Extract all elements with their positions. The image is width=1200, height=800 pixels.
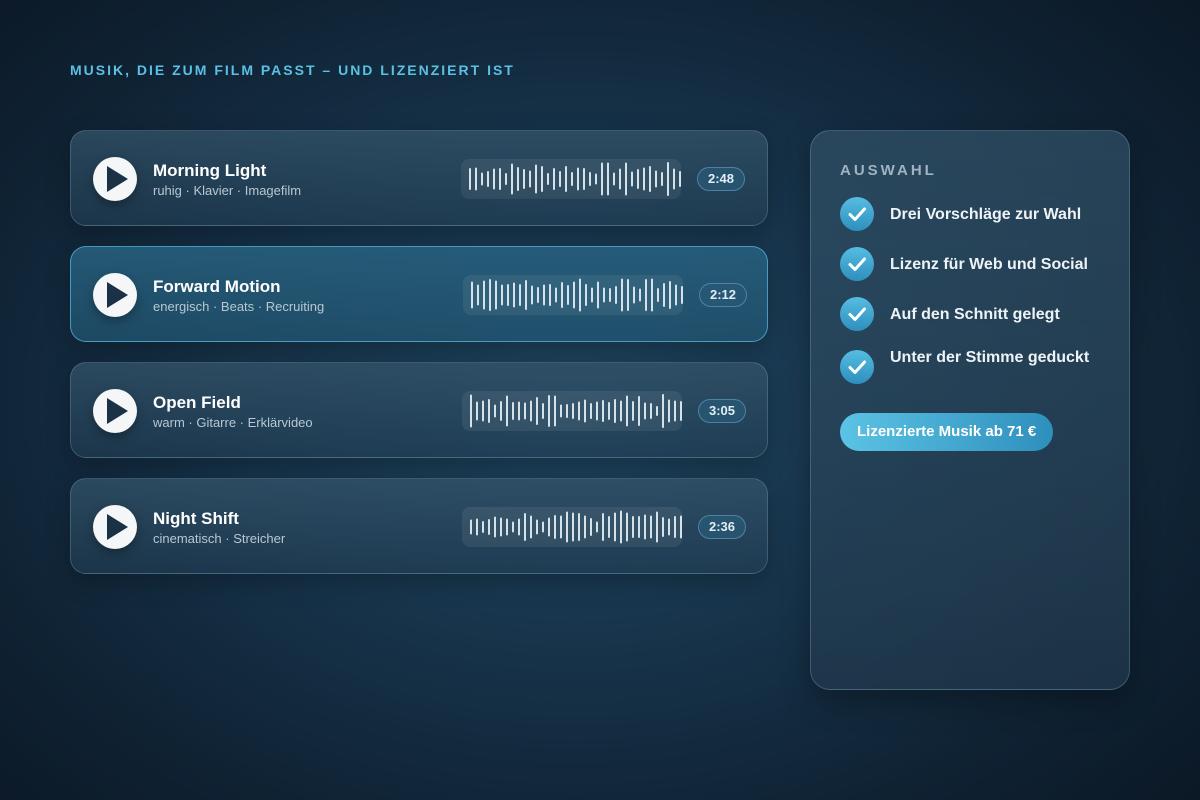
waveform-icon: [471, 278, 683, 312]
track-title: Forward Motion: [153, 277, 281, 296]
play-button[interactable]: [93, 273, 137, 317]
feature-label: Lizenz für Web und Social: [890, 256, 1088, 273]
track-title: Night Shift: [153, 509, 239, 528]
check-icon: [840, 197, 874, 231]
track-title: Morning Light: [153, 161, 267, 180]
waveform-icon: [470, 394, 682, 428]
track-tags: cinematisch · Streicher: [153, 531, 286, 546]
play-icon: [107, 166, 128, 192]
track-tags: energisch · Beats · Recruiting: [153, 299, 325, 314]
check-icon: [840, 350, 874, 384]
check-icon: [840, 297, 874, 331]
play-button[interactable]: [93, 157, 137, 201]
page-heading: MUSIK, DIE ZUM FILM PASST – UND LIZENZIE…: [70, 62, 515, 78]
track-tags: warm · Gitarre · Erklärvideo: [153, 415, 313, 430]
waveform-icon: [469, 162, 681, 196]
track-card-open-field[interactable]: Open Field warm · Gitarre · Erklärvideo …: [70, 362, 768, 458]
waveform[interactable]: [462, 391, 682, 431]
feature-label: Unter der Stimme geduckt: [890, 349, 1090, 366]
license-music-button[interactable]: Lizenzierte Musik ab 71 €: [840, 413, 1054, 451]
duration-badge: 3:05: [698, 399, 746, 423]
play-icon: [107, 282, 128, 308]
track-card-night-shift[interactable]: Night Shift cinematisch · Streicher 2:36: [70, 478, 768, 574]
play-button[interactable]: [93, 389, 137, 433]
panel-title: AUSWAHL: [840, 162, 937, 179]
waveform[interactable]: [462, 507, 682, 547]
feature-label: Auf den Schnitt gelegt: [890, 306, 1060, 323]
duration-badge: 2:48: [697, 167, 745, 191]
duration-badge: 2:36: [698, 515, 746, 539]
duration-badge: 2:12: [699, 283, 747, 307]
waveform[interactable]: [463, 275, 683, 315]
track-card-morning-light[interactable]: Morning Light ruhig · Klavier · Imagefil…: [70, 130, 768, 226]
waveform-icon: [470, 510, 682, 544]
play-button[interactable]: [93, 505, 137, 549]
play-icon: [107, 398, 128, 424]
waveform[interactable]: [461, 159, 681, 199]
track-tags: ruhig · Klavier · Imagefilm: [153, 183, 302, 198]
play-icon: [107, 514, 128, 540]
feature-label: Drei Vorschläge zur Wahl: [890, 206, 1082, 223]
track-card-forward-motion[interactable]: Forward Motion energisch · Beats · Recru…: [70, 246, 768, 342]
track-title: Open Field: [153, 393, 241, 412]
selection-panel: AUSWAHL Drei Vorschläge zur Wahl Lizenz …: [810, 130, 1130, 690]
check-icon: [840, 247, 874, 281]
